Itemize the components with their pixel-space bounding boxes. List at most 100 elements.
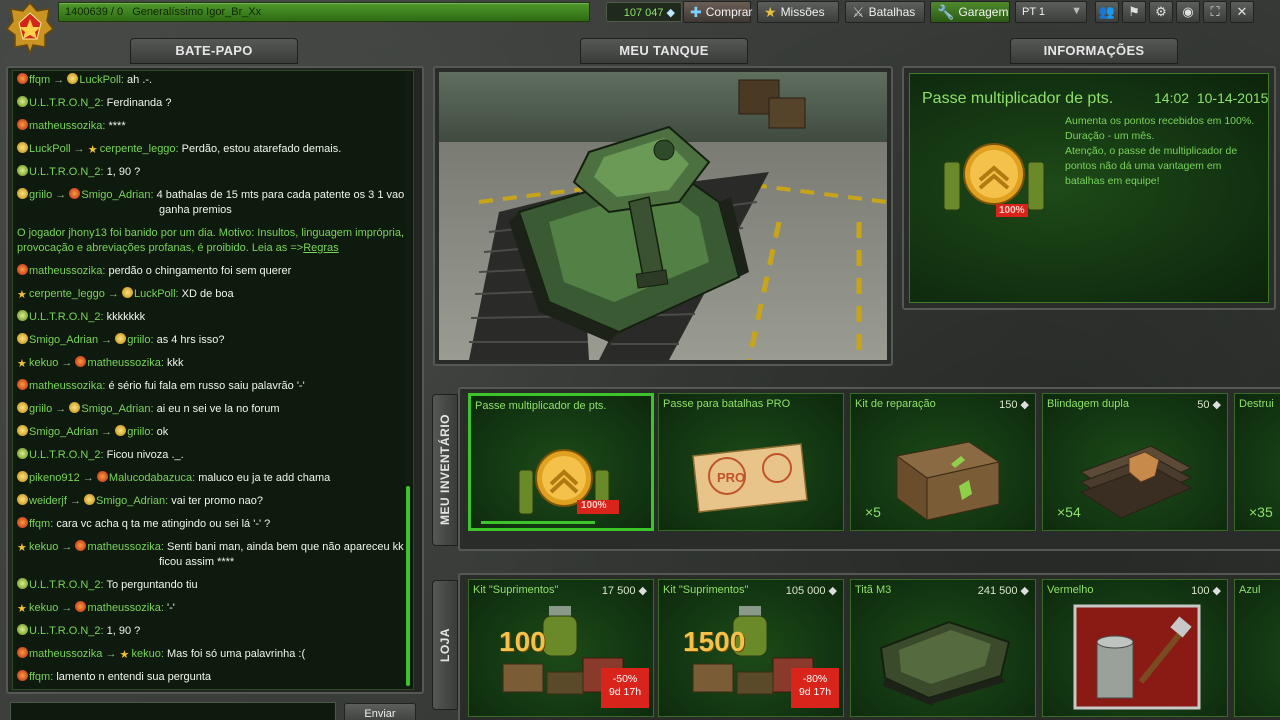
discount-badge: -50% 9d 17h (601, 668, 649, 708)
shop-tab[interactable]: LOJA (432, 580, 458, 710)
send-button[interactable]: Enviar (344, 703, 416, 720)
star-icon: ★ (764, 3, 777, 20)
info-time: 14:02 (1154, 90, 1190, 106)
chat-scrollbar[interactable] (405, 71, 411, 689)
language-value: PT 1 (1022, 6, 1046, 18)
multiplier-badge: 100% (996, 204, 1028, 217)
wrench-icon: 🔧 (937, 3, 955, 20)
item-price: 100 ◆ (1191, 585, 1221, 597)
titan-m3-hull-icon (869, 602, 1019, 714)
red-paint-icon (1061, 602, 1211, 714)
chat-input[interactable] (10, 702, 336, 720)
chat-message: ffqm: cara vc acha q ta me atingindo ou … (17, 517, 407, 532)
kit-amount: 100 (499, 626, 546, 657)
chat-message: U.L.T.R.O.N_2: Ficou nivoza ._. (17, 448, 407, 463)
missions-label: Missões (780, 5, 825, 19)
player-score: 1400639 / 0 (65, 6, 124, 18)
chat-message: matheussozika → ★ kekuo: Mas foi só uma p… (17, 647, 407, 662)
info-title: Passe multiplicador de pts. (922, 90, 1114, 107)
crystal-icon: ◆ (828, 585, 837, 597)
item-price: 17 500 ◆ (601, 585, 647, 597)
crystal-balance: 107 047 ◆ (606, 2, 682, 22)
chat-system-message: O jogador jhony13 foi banido por um dia.… (17, 227, 405, 254)
clan-icon[interactable]: ⚑ (1122, 1, 1146, 23)
inventory-strip: Passe multiplicador de pts. 100% Passe p… (458, 387, 1280, 551)
item-price: 241 500 ◆ (977, 585, 1029, 597)
chevron-down-icon: ▼ (1071, 5, 1082, 17)
svg-text:PRO: PRO (717, 470, 745, 485)
shop-strip: Kit "Suprimentos" 17 500 ◆ 100 -50% 9d 17… (458, 573, 1280, 720)
information-body: Passe multiplicador de pts. 14:02 10-14-… (909, 73, 1269, 303)
crystal-icon: ◆ (1020, 585, 1029, 597)
crystal-icon: ◆ (666, 7, 675, 19)
rank-emblem-icon[interactable] (4, 0, 56, 56)
inventory-item[interactable]: Kit de reparação 150 ◆ ×5 (850, 393, 1036, 531)
chat-message: matheussozika: **** (17, 119, 407, 134)
inventory-tab[interactable]: MEU INVENTÁRIO (432, 394, 458, 546)
missions-button[interactable]: ★ Missões (757, 1, 839, 23)
crystal-icon: ◆ (1020, 399, 1029, 411)
item-name: Azul (1239, 584, 1261, 596)
kit-amount: 1500 (683, 626, 746, 657)
chat-message: weiderjf → Smigo_Adrian: vai ter promo n… (17, 494, 407, 509)
chat-log[interactable]: ffqm → LuckPoll: ah .-. U.L.T.R.O.N_2: F… (12, 70, 414, 690)
close-icon[interactable]: ✕ (1230, 1, 1254, 23)
item-price: 50 ◆ (1197, 399, 1221, 411)
tank-preview[interactable] (439, 72, 887, 360)
language-select[interactable]: PT 1 ▼ (1015, 1, 1087, 23)
repair-kit-icon (869, 416, 1019, 528)
buy-label: Comprar (705, 5, 753, 19)
friends-icon[interactable]: 👥 (1095, 1, 1119, 23)
shop-item[interactable]: Kit "Suprimentos" 17 500 ◆ 100 -50% 9d 17… (468, 579, 654, 717)
info-date: 10-14-2015 (1196, 90, 1269, 106)
inventory-item[interactable]: Passe para batalhas PRO PRO (658, 393, 844, 531)
chat-message: griilo → Smigo_Adrian: ai eu n sei ve la… (17, 402, 407, 417)
chat-message: ★ kekuo → matheussozika: Senti bani man, … (17, 540, 404, 568)
fullscreen-icon[interactable]: ⛶ (1203, 1, 1227, 23)
inventory-item[interactable]: Destrui ×35 (1234, 393, 1280, 531)
chat-scroll-thumb[interactable] (406, 486, 410, 686)
item-name: Kit de reparação (855, 398, 936, 410)
item-count: ×5 (865, 504, 881, 520)
inventory-item[interactable]: Blindagem dupla 50 ◆ ×54 (1042, 393, 1228, 531)
double-armor-icon (1061, 416, 1211, 528)
battles-button[interactable]: ⚔ Batalhas (845, 1, 925, 23)
player-name-bar: 1400639 / 0 Generalíssimo Igor_Br_Xx (58, 2, 590, 22)
shop-item[interactable]: Titã M3 241 500 ◆ (850, 579, 1036, 717)
rules-link[interactable]: Regras (303, 242, 338, 254)
selection-progress (481, 521, 595, 524)
top-bar: 1400639 / 0 Generalíssimo Igor_Br_Xx 107… (0, 0, 1280, 55)
buy-button[interactable]: ✚ Comprar (683, 1, 753, 23)
crystal-icon: ◆ (1212, 399, 1221, 411)
item-name: Vermelho (1047, 584, 1094, 596)
item-name: Titã M3 (855, 584, 892, 596)
inventory-item[interactable]: Passe multiplicador de pts. 100% (468, 393, 654, 531)
shop-item[interactable]: Vermelho 100 ◆ (1042, 579, 1228, 717)
chat-message: LuckPoll → ★ cerpente_leggo: Perdão, esto… (17, 142, 407, 157)
settings-icon[interactable]: ⚙ (1149, 1, 1173, 23)
tab-information: INFORMAÇÕES (1010, 38, 1178, 64)
crystal-count: 107 047 (623, 7, 664, 19)
points-multiplier-icon: 100% (938, 134, 1050, 224)
chat-message: U.L.T.R.O.N_2: 1, 90 ? (17, 165, 407, 180)
battles-label: Batalhas (868, 5, 916, 19)
shop-item[interactable]: Kit "Suprimentos" 105 000 ◆ 1500 -80% 9d … (658, 579, 844, 717)
garage-label: Garagem (958, 5, 1009, 19)
shop-item[interactable]: Azul (1234, 579, 1280, 717)
item-price: 150 ◆ (999, 399, 1029, 411)
item-name: Kit "Suprimentos" (663, 584, 749, 596)
item-name: Passe multiplicador de pts. (475, 400, 607, 412)
chat-message: U.L.T.R.O.N_2: Ferdinanda ? (17, 96, 407, 111)
item-count: ×54 (1057, 504, 1081, 520)
garage-button[interactable]: 🔧 Garagem (930, 1, 1010, 23)
swords-icon: ⚔ (852, 3, 865, 20)
item-price: 105 000 ◆ (785, 585, 837, 597)
chat-panel: ffqm → LuckPoll: ah .-. U.L.T.R.O.N_2: F… (6, 66, 424, 694)
chat-message: pikeno912 → Malucodabazuca: maluco eu ja… (17, 471, 407, 486)
sound-icon[interactable]: ◉ (1176, 1, 1200, 23)
information-panel: Passe multiplicador de pts. 14:02 10-14-… (902, 66, 1276, 310)
chat-message: U.L.T.R.O.N_2: kkkkkkk (17, 310, 407, 325)
item-name: Kit "Suprimentos" (473, 584, 559, 596)
discount-badge: -80% 9d 17h (791, 668, 839, 708)
pro-pass-icon: PRO (677, 416, 827, 528)
